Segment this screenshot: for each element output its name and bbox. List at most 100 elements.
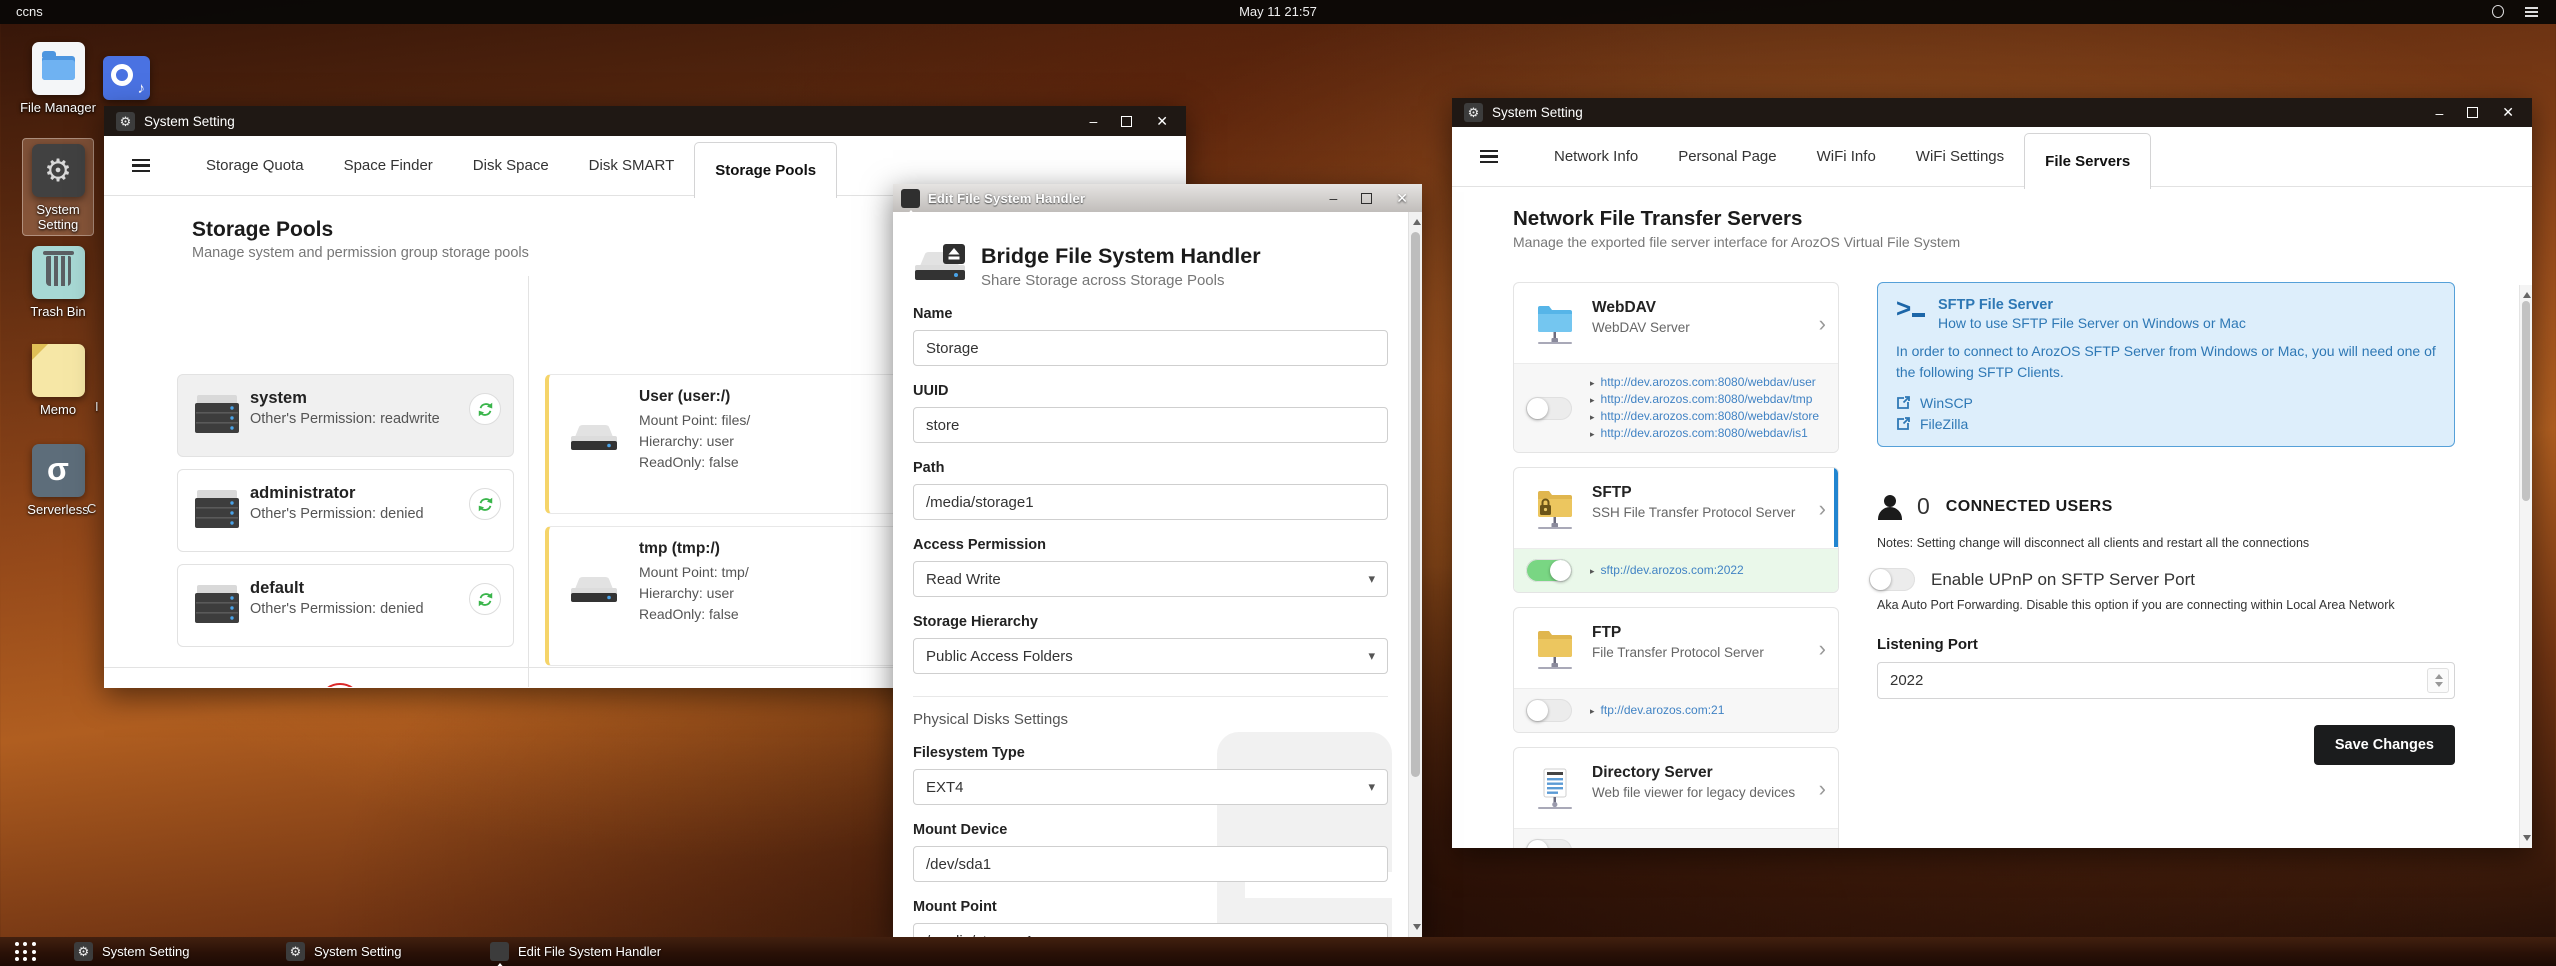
scrollbar-thumb[interactable] (2522, 301, 2530, 501)
win3-tab-row: Network Info Personal Page WiFi Info WiF… (1452, 127, 2532, 189)
server-rack-icon (194, 393, 240, 437)
scrollbar[interactable] (2519, 285, 2532, 848)
save-changes-button[interactable]: Save Changes (2313, 725, 2455, 765)
tab-storage-pools[interactable]: Storage Pools (694, 141, 838, 198)
webdav-url[interactable]: http://dev.arozos.com:8080/webdav/store (1601, 409, 1820, 423)
task-system-setting-2[interactable]: ⚙ System Setting (286, 940, 401, 963)
ftp-toggle[interactable] (1526, 699, 1572, 722)
topbar-menu-icon[interactable] (2525, 5, 2538, 18)
sigma-icon: σ (31, 444, 85, 497)
app-launcher-icon[interactable] (15, 942, 37, 962)
winscp-link[interactable]: WinSCP (1896, 395, 2436, 411)
pool-card-default[interactable]: default Other's Permission: denied (177, 564, 514, 647)
filezilla-link[interactable]: FileZilla (1896, 416, 2436, 432)
webdav-footer: ▸ http://dev.arozos.com:8080/webdav/user … (1514, 363, 1838, 452)
close-button[interactable]: ✕ (1396, 190, 1408, 207)
maximize-button[interactable] (1121, 115, 1133, 127)
menu-icon[interactable] (132, 156, 150, 175)
ftp-url[interactable]: ftp://dev.arozos.com:21 (1601, 703, 1725, 717)
server-list: WebDAV WebDAV Server › ▸ http://dev.arozo… (1513, 282, 1839, 848)
desktop-icon-system-setting[interactable]: ⚙ System Setting (12, 144, 104, 232)
power-ring-icon[interactable] (2492, 5, 2504, 18)
desktop-icon-trash-bin[interactable]: Trash Bin (12, 246, 104, 319)
chevron-right-icon[interactable]: › (1819, 311, 1826, 337)
task-system-setting-1[interactable]: ⚙ System Setting (74, 940, 189, 963)
task-edit-fs-handler[interactable]: Edit File System Handler (490, 940, 661, 966)
scrollbar-thumb[interactable] (1411, 232, 1420, 777)
mount-device-field[interactable] (913, 846, 1388, 882)
tab-wifi-info[interactable]: WiFi Info (1797, 127, 1896, 187)
server-card-sftp[interactable]: SFTP SSH File Transfer Protocol Server ›… (1513, 467, 1839, 593)
directory-footer (1514, 828, 1838, 848)
pool-refresh-button[interactable] (469, 393, 501, 425)
win3-titlebar[interactable]: ⚙ System Setting – ✕ (1452, 98, 2532, 127)
pool-refresh-button[interactable] (469, 583, 501, 615)
tab-personal-page[interactable]: Personal Page (1658, 127, 1796, 187)
webdav-toggle[interactable] (1526, 396, 1572, 420)
sftp-info-box: > SFTP File Server How to use SFTP File … (1877, 282, 2455, 447)
mount-point-field[interactable] (913, 923, 1388, 937)
pool-card-administrator[interactable]: administrator Other's Permission: denied (177, 469, 514, 552)
directory-toggle[interactable] (1526, 839, 1572, 848)
minimize-button[interactable]: – (1329, 190, 1337, 206)
upnp-toggle[interactable] (1869, 568, 1915, 591)
chevron-right-icon[interactable]: › (1819, 496, 1826, 522)
pool-refresh-button[interactable] (469, 488, 501, 520)
edit-body: Bridge File System Handler Share Storage… (893, 212, 1422, 937)
name-field[interactable] (913, 330, 1388, 366)
scroll-down-icon[interactable] (2522, 835, 2531, 841)
storage-hierarchy-select[interactable]: Public Access Folders ▾ (913, 638, 1388, 674)
desktop-icon-media[interactable]: ♪ (80, 56, 150, 100)
listening-port-field[interactable] (1877, 662, 2455, 699)
server-card-directory[interactable]: Directory Server Web file viewer for leg… (1513, 747, 1839, 848)
maximize-button[interactable] (1361, 192, 1373, 204)
tab-file-servers[interactable]: File Servers (2024, 132, 2152, 189)
maximize-button[interactable] (2467, 107, 2479, 118)
terminal-icon: > (1896, 293, 1926, 323)
tab-space-finder[interactable]: Space Finder (324, 136, 453, 196)
sftp-toggle[interactable] (1526, 559, 1572, 582)
sftp-settings-panel: > SFTP File Server How to use SFTP File … (1869, 282, 2455, 848)
scroll-down-icon[interactable] (1412, 924, 1421, 930)
refresh-pools-button[interactable] (318, 683, 362, 687)
server-card-webdav[interactable]: WebDAV WebDAV Server › ▸ http://dev.arozo… (1513, 282, 1839, 453)
path-label: Path (913, 460, 945, 476)
minimize-button[interactable]: – (1089, 113, 1097, 129)
desktop-icon-memo[interactable]: Memo (12, 344, 104, 417)
uuid-field[interactable] (913, 407, 1388, 443)
tab-network-info[interactable]: Network Info (1534, 127, 1658, 187)
file-manager-icon (31, 42, 85, 95)
tab-disk-space[interactable]: Disk Space (453, 136, 569, 196)
win1-titlebar[interactable]: ⚙ System Setting – ✕ (104, 106, 1186, 136)
tab-storage-quota[interactable]: Storage Quota (186, 136, 324, 196)
chevron-right-icon[interactable]: › (1819, 636, 1826, 662)
gear-icon: ⚙ (286, 942, 305, 961)
webdav-url[interactable]: http://dev.arozos.com:8080/webdav/is1 (1601, 426, 1808, 440)
scroll-up-icon[interactable] (1412, 219, 1421, 225)
path-field[interactable] (913, 484, 1388, 520)
close-button[interactable]: ✕ (2502, 104, 2514, 121)
gear-icon: ⚙ (74, 942, 93, 961)
webdav-url[interactable]: http://dev.arozos.com:8080/webdav/user (1601, 375, 1816, 389)
minimize-button[interactable]: – (2435, 105, 2443, 121)
tab-disk-smart[interactable]: Disk SMART (569, 136, 695, 196)
tab-wifi-settings[interactable]: WiFi Settings (1896, 127, 2024, 187)
menu-icon[interactable] (1480, 147, 1498, 166)
chevron-right-icon[interactable]: › (1819, 776, 1826, 802)
storage-hierarchy-label: Storage Hierarchy (913, 614, 1038, 630)
webdav-url[interactable]: http://dev.arozos.com:8080/webdav/tmp (1601, 392, 1813, 406)
sftp-url[interactable]: sftp://dev.arozos.com:2022 (1601, 563, 1744, 577)
pool-card-system[interactable]: system Other's Permission: readwrite (177, 374, 514, 457)
pool-list: system Other's Permission: readwrite adm… (177, 374, 514, 659)
scrollbar[interactable] (1408, 212, 1422, 937)
edit-title: Edit File System Handler (928, 190, 1086, 206)
listening-port-label: Listening Port (1877, 636, 1978, 653)
server-rack-icon (194, 583, 240, 627)
access-permission-select[interactable]: Read Write ▾ (913, 561, 1388, 597)
filesystem-type-select[interactable]: EXT4 ▾ (913, 769, 1388, 805)
number-spinner[interactable] (2427, 668, 2449, 693)
edit-titlebar[interactable]: Edit File System Handler – ✕ (893, 184, 1422, 216)
scroll-up-icon[interactable] (2522, 292, 2531, 298)
close-button[interactable]: ✕ (1156, 113, 1168, 130)
server-card-ftp[interactable]: FTP File Transfer Protocol Server › ▸ ftp… (1513, 607, 1839, 733)
